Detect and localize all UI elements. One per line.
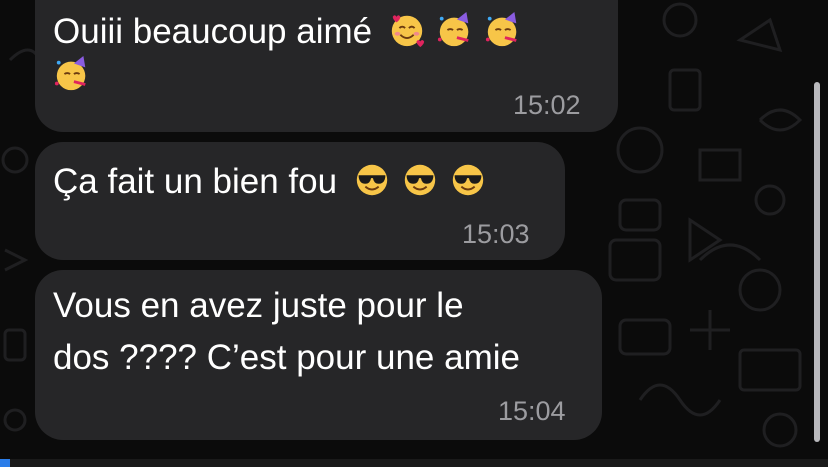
message-bubble[interactable]: Ouiii beaucoup aimé 15:02 <box>35 0 618 132</box>
message-bubble[interactable]: Vous en avez juste pour le dos ???? C’es… <box>35 270 602 440</box>
message-text-line: Ouiii beaucoup aimé <box>53 10 532 54</box>
smiling-face-with-sunglasses-icon <box>401 161 439 199</box>
message-timestamp: 15:03 <box>462 219 530 249</box>
smiling-face-with-hearts-icon <box>388 11 426 49</box>
message-text-line: Vous en avez juste pour le <box>53 286 464 325</box>
partying-face-icon <box>53 55 91 93</box>
message-emoji-line <box>53 54 101 98</box>
partying-face-icon <box>436 11 474 49</box>
smiling-face-with-sunglasses-icon <box>449 161 487 199</box>
message-bubble[interactable]: Ça fait un bien fou 15:03 <box>35 142 565 260</box>
message-timestamp: 15:04 <box>498 396 566 426</box>
bottom-accent <box>0 459 10 467</box>
message-text-line: dos ???? C’est pour une amie <box>53 338 520 377</box>
scrollbar[interactable] <box>814 82 820 442</box>
partying-face-icon <box>484 11 522 49</box>
message-timestamp: 15:02 <box>513 90 581 120</box>
bottom-strip <box>0 459 828 467</box>
message-text-line: Ça fait un bien fou <box>53 160 497 204</box>
smiling-face-with-sunglasses-icon <box>353 161 391 199</box>
